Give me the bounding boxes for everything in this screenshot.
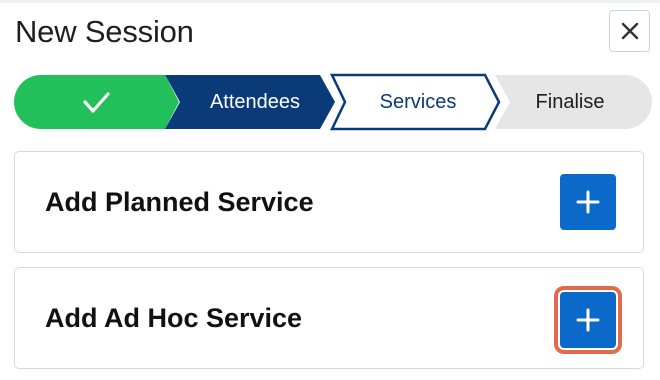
step-attendees-shape[interactable]	[165, 75, 335, 129]
card-title: Add Ad Hoc Service	[45, 303, 303, 333]
stepper-graphic	[14, 73, 652, 131]
add-planned-service-button[interactable]	[560, 174, 616, 230]
step-finalise-shape[interactable]	[495, 75, 652, 129]
add-ad-hoc-service-button[interactable]	[554, 286, 622, 354]
plus-icon	[576, 190, 600, 214]
ad-hoc-service-card: Add Ad Hoc Service	[14, 267, 644, 369]
plus-icon	[576, 308, 600, 332]
card-title: Add Planned Service	[45, 187, 314, 217]
planned-service-card: Add Planned Service	[14, 151, 644, 253]
step-services-shape[interactable]	[330, 73, 501, 131]
step-completed-shape[interactable]	[14, 75, 180, 129]
